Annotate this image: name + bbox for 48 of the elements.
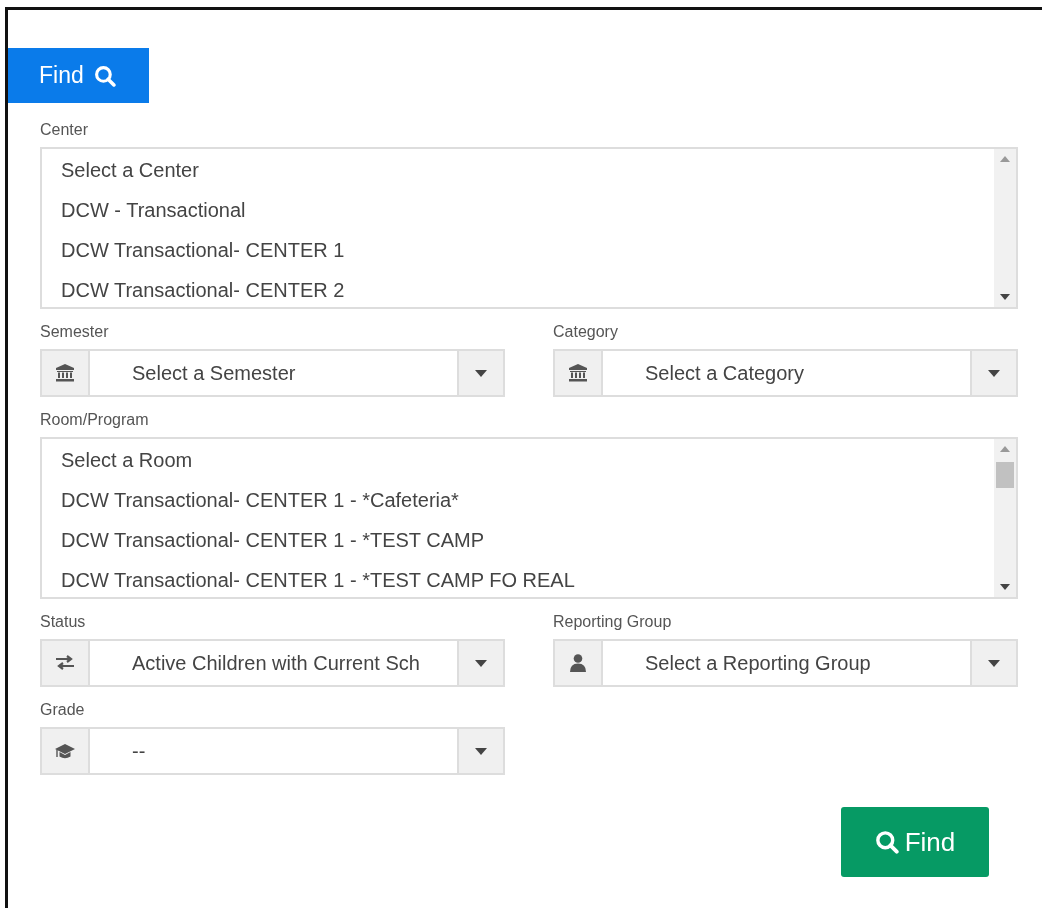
- search-icon: [93, 64, 116, 87]
- list-option[interactable]: DCW Transactional- CENTER 1 - *TEST CAMP: [61, 520, 994, 560]
- caret-icon: [475, 747, 487, 755]
- find-tab[interactable]: Find: [8, 48, 149, 103]
- dropdown[interactable]: Select a Semester: [40, 349, 505, 397]
- list-option[interactable]: Select a Room: [61, 440, 994, 480]
- swap-arrows-icon: [54, 653, 76, 673]
- dropdown-value: --: [131, 739, 147, 764]
- search-icon: [874, 830, 899, 854]
- scroll-up-icon: [1000, 446, 1010, 452]
- field-label: Center: [40, 121, 90, 139]
- list-option[interactable]: DCW Transactional- CENTER 2: [61, 270, 994, 310]
- list-option[interactable]: DCW Transactional- CENTER 1: [61, 230, 994, 270]
- dropdown[interactable]: --: [40, 727, 505, 775]
- scroll-up-icon: [1000, 156, 1010, 162]
- dropdown-value: Select a Semester: [131, 361, 297, 386]
- field-label: Reporting Group: [553, 613, 673, 631]
- caret-icon: [988, 369, 1000, 377]
- field-label: Room/Program: [40, 411, 150, 429]
- field-label: Grade: [40, 701, 86, 719]
- list-box[interactable]: Select a Center DCW - Transactional DCW Transactional- CENTER 1 DCW Transactional- CENTER 2: [40, 147, 1018, 309]
- field-label: Category: [553, 323, 619, 341]
- find-button[interactable]: Find: [841, 807, 989, 877]
- caret-icon: [475, 659, 487, 667]
- dropdown[interactable]: Select a Reporting Group: [553, 639, 1018, 687]
- dropdown-value: Select a Reporting Group: [644, 651, 872, 676]
- scrollbar[interactable]: [994, 149, 1016, 307]
- dropdown-value: Active Children with Current Sch: [131, 651, 421, 676]
- dropdown[interactable]: Select a Category: [553, 349, 1018, 397]
- dropdown-value: Select a Category: [644, 361, 805, 386]
- scroll-thumb[interactable]: [996, 462, 1014, 488]
- scroll-down-icon: [1000, 584, 1010, 590]
- caret-icon: [475, 369, 487, 377]
- list-option[interactable]: Select a Center: [61, 150, 994, 190]
- caret-icon: [988, 659, 1000, 667]
- list-option[interactable]: DCW Transactional- CENTER 1 - *Cafeteria*: [61, 480, 994, 520]
- dropdown[interactable]: Active Children with Current Sch: [40, 639, 505, 687]
- bank-icon: [54, 363, 76, 383]
- list-option[interactable]: DCW Transactional- CENTER 1 - *TEST CAMP FO REAL: [61, 560, 994, 600]
- list-box[interactable]: Select a Room DCW Transactional- CENTER 1 - *Cafeteria* DCW Transactional- CENTER 1 - *TEST CAMP DCW Transactional- CENTER 1 - *TEST CAMP FO REAL: [40, 437, 1018, 599]
- scroll-down-icon: [1000, 294, 1010, 300]
- field-label: Status: [40, 613, 87, 631]
- user-icon: [567, 653, 589, 673]
- scrollbar[interactable]: [994, 439, 1016, 597]
- bank-icon: [567, 363, 589, 383]
- field-label: Semester: [40, 323, 110, 341]
- list-option[interactable]: DCW - Transactional: [61, 190, 994, 230]
- graduation-cap-icon: [54, 741, 76, 761]
